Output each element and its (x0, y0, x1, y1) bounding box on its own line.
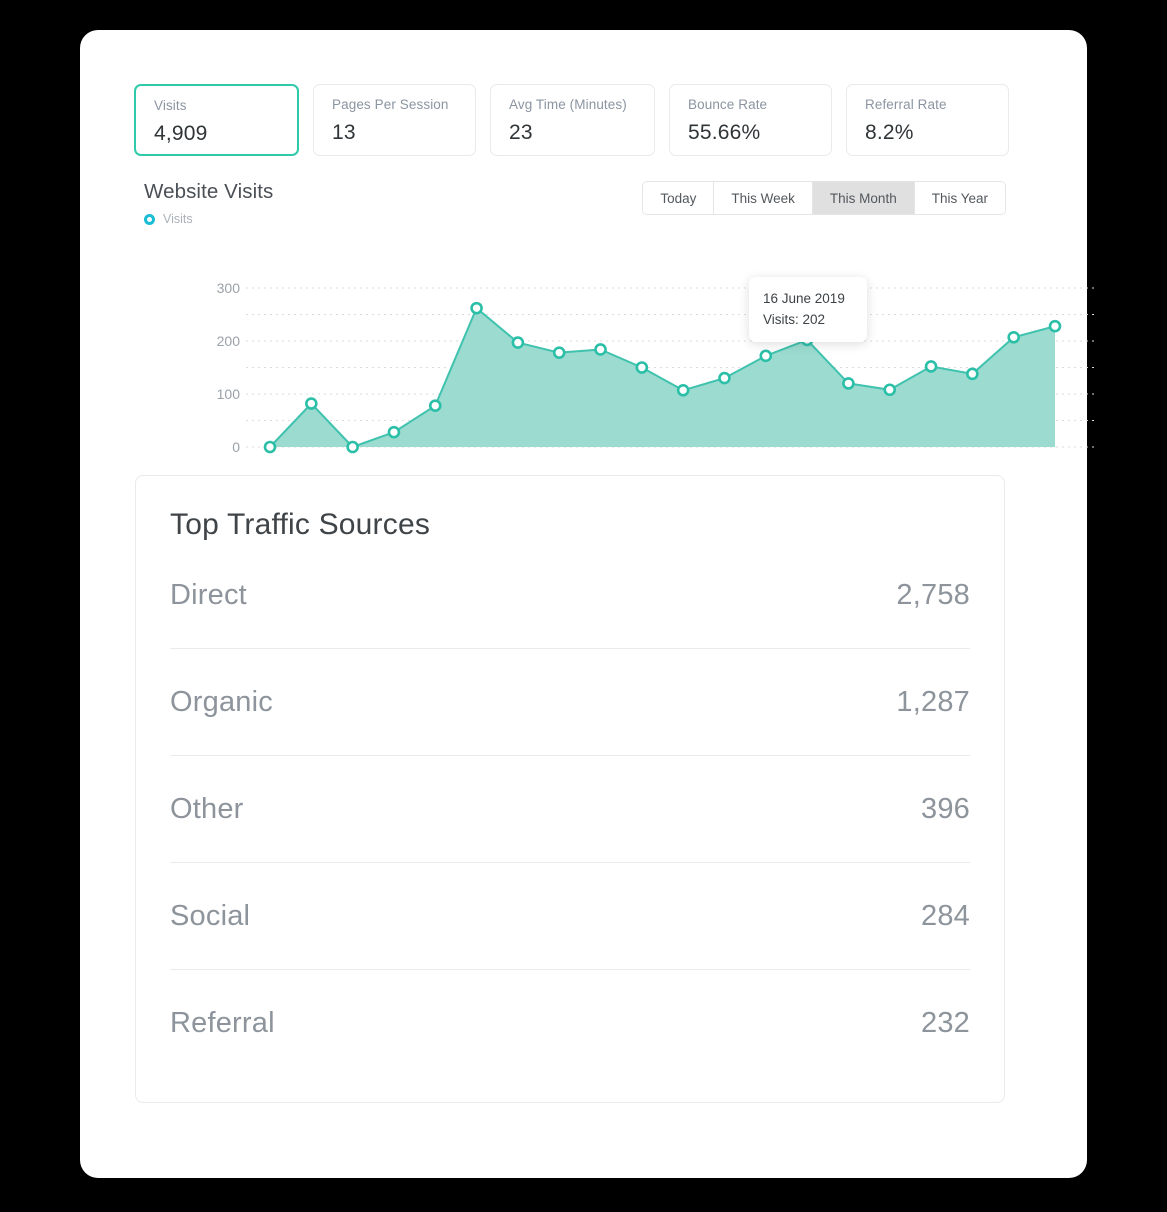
kpi-card-bounce-rate[interactable]: Bounce Rate 55.66% (669, 84, 832, 156)
kpi-label: Pages Per Session (332, 97, 449, 112)
tooltip-date: 16 June 2019 (763, 291, 845, 306)
website-visits-chart: 0 100 200 300 16 June 2019 Visits: 202 (210, 270, 1100, 470)
source-name: Other (170, 792, 244, 825)
svg-text:300: 300 (217, 280, 241, 296)
dashboard-window: Visits 4,909 Pages Per Session 13 Avg Ti… (80, 30, 1096, 1178)
svg-text:100: 100 (217, 386, 241, 402)
chart-legend: Visits (144, 212, 193, 226)
source-name: Social (170, 899, 251, 932)
source-name: Direct (170, 578, 247, 611)
kpi-label: Bounce Rate (688, 97, 768, 112)
table-row[interactable]: Direct 2,758 (170, 542, 970, 649)
source-name: Referral (170, 1007, 275, 1039)
source-value: 284 (921, 899, 970, 932)
kpi-card-pages-per-session[interactable]: Pages Per Session 13 (313, 84, 476, 156)
chart-svg: 0 100 200 300 (217, 280, 1096, 455)
legend-label: Visits (163, 212, 193, 226)
time-range-tabs: Today This Week This Month This Year (642, 181, 1006, 215)
kpi-value: 8.2% (865, 121, 914, 144)
source-value: 2,758 (896, 578, 970, 611)
app-root: Visits 4,909 Pages Per Session 13 Avg Ti… (0, 0, 1167, 1212)
kpi-value: 4,909 (154, 122, 208, 145)
source-value: 232 (921, 1007, 970, 1039)
kpi-label: Avg Time (Minutes) (509, 97, 627, 112)
kpi-label: Visits (154, 98, 187, 113)
tab-this-year[interactable]: This Year (914, 182, 1005, 214)
table-row[interactable]: Social 284 (170, 863, 970, 970)
svg-text:0: 0 (232, 439, 240, 455)
source-value: 396 (921, 792, 970, 825)
chart-header: Website Visits Visits Today This Week Th… (136, 180, 1006, 230)
kpi-value: 55.66% (688, 121, 761, 144)
chart-tooltip: 16 June 2019 Visits: 202 (749, 277, 867, 342)
legend-circle-icon (144, 213, 155, 225)
top-traffic-sources-panel: Top Traffic Sources Direct 2,758 Organic… (135, 475, 1005, 1103)
kpi-value: 13 (332, 121, 356, 144)
table-row[interactable]: Other 396 (170, 756, 970, 863)
kpi-card-referral-rate[interactable]: Referral Rate 8.2% (846, 84, 1009, 156)
table-row[interactable]: Referral 232 (170, 970, 970, 1077)
svg-text:200: 200 (217, 333, 241, 349)
kpi-label: Referral Rate (865, 97, 947, 112)
source-value: 1,287 (896, 685, 970, 718)
kpi-stats-row: Visits 4,909 Pages Per Session 13 Avg Ti… (134, 84, 1009, 156)
source-name: Organic (170, 685, 273, 718)
tab-this-week[interactable]: This Week (714, 182, 813, 214)
tooltip-visits: Visits: 202 (763, 312, 826, 327)
kpi-value: 23 (509, 121, 533, 144)
chart-title: Website Visits (144, 180, 274, 203)
tab-this-month[interactable]: This Month (812, 182, 915, 214)
table-row[interactable]: Organic 1,287 (170, 649, 970, 756)
section-title: Top Traffic Sources (170, 508, 431, 541)
kpi-card-avg-time[interactable]: Avg Time (Minutes) 23 (490, 84, 655, 156)
tab-today[interactable]: Today (643, 182, 715, 214)
kpi-card-visits[interactable]: Visits 4,909 (134, 84, 299, 156)
